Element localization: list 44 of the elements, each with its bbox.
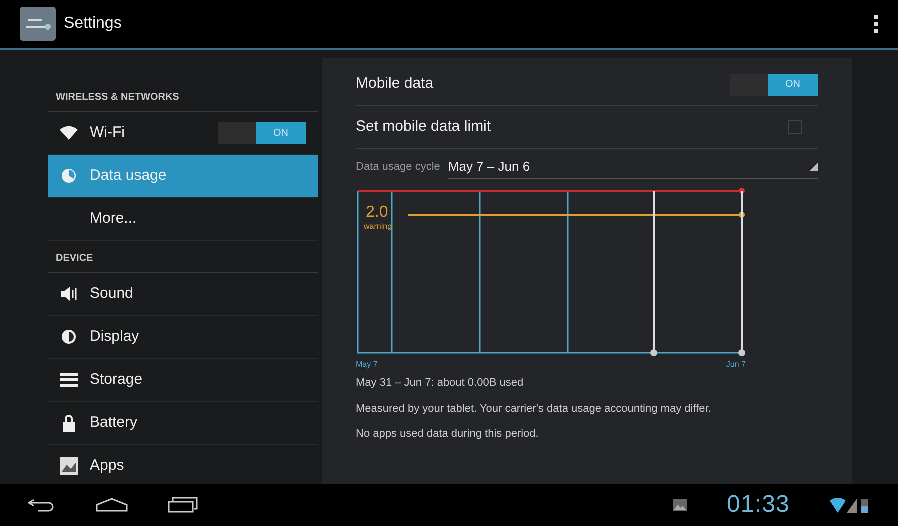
item-label: Battery — [90, 412, 138, 433]
cycle-dropdown[interactable]: May 7 – Jun 6 — [448, 155, 818, 179]
start-date-label: May 7 — [356, 359, 378, 371]
item-label: Display — [90, 326, 140, 347]
end-date-label: Jun 7 — [726, 359, 746, 371]
sidebar-item[interactable]: Battery — [48, 402, 318, 445]
section-header: DEVICE — [48, 241, 318, 273]
checkbox[interactable] — [788, 120, 802, 134]
sidebar-item[interactable]: Display — [48, 316, 318, 359]
sidebar-item[interactable]: Sound — [48, 273, 318, 316]
dropdown-corner-icon — [810, 162, 818, 170]
overflow-menu-icon[interactable] — [874, 15, 878, 33]
item-label: Data usage — [90, 166, 167, 186]
storage-icon — [60, 373, 78, 387]
info-text: No apps used data during this period. — [356, 427, 540, 442]
warning-value: 2.0 — [366, 203, 388, 223]
settings-app-icon[interactable] — [20, 7, 56, 41]
home-icon[interactable] — [96, 498, 128, 512]
brightness-icon — [61, 329, 77, 345]
cycle-label: Data usage cycle — [356, 160, 440, 175]
info-text: Measured by your tablet. Your carrier's data usage accounting may differ. — [356, 402, 712, 416]
image-icon — [672, 499, 687, 511]
sidebar-item[interactable]: Storage — [48, 359, 318, 402]
section-header: WIRELESS & NETWORKS — [48, 80, 318, 112]
lock-icon — [63, 414, 75, 432]
speaker-icon — [60, 286, 78, 302]
item-label: Storage — [90, 370, 143, 390]
item-label: Wi-Fi — [90, 122, 125, 143]
pie-chart-icon — [61, 168, 77, 184]
recent-apps-icon[interactable] — [168, 497, 198, 513]
app-title: Settings — [64, 14, 122, 34]
apps-icon — [60, 457, 78, 475]
setting-label: Set mobile data limit — [356, 116, 492, 137]
wifi-icon — [60, 126, 78, 140]
setting-label: Mobile data — [356, 74, 434, 94]
sidebar-item[interactable]: More... — [48, 198, 318, 241]
status-icons-drawing — [830, 496, 870, 514]
warning-label: warning — [364, 221, 392, 233]
back-icon[interactable] — [28, 498, 56, 512]
usage-summary: May 31 – Jun 7: about 0.00B used — [356, 376, 525, 391]
item-label: Sound — [90, 284, 134, 304]
clock: 01:33 — [726, 490, 790, 520]
item-label: More... — [90, 208, 137, 229]
item-label: Apps — [90, 456, 124, 476]
